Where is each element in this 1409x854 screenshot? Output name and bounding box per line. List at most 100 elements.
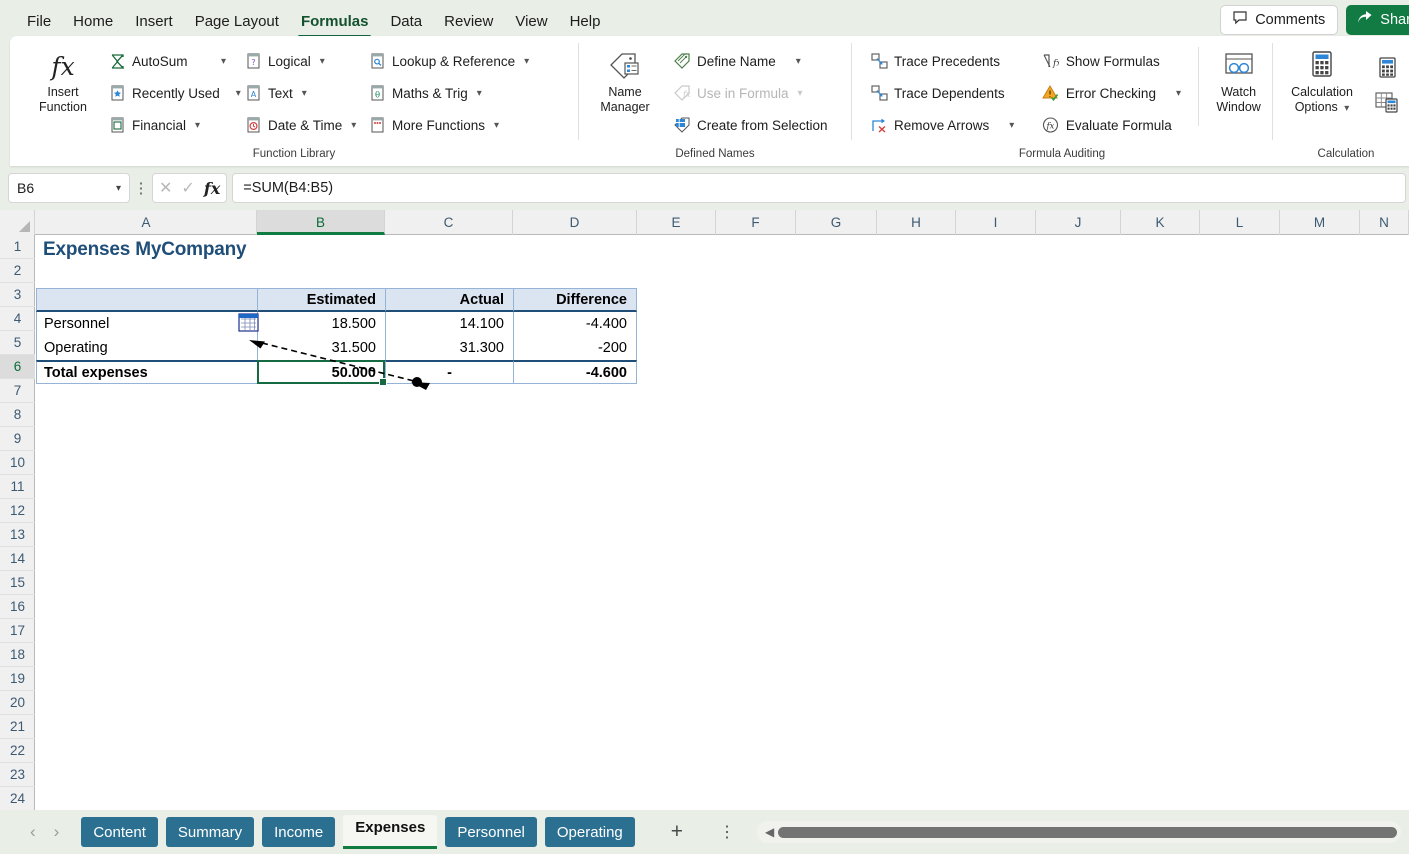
ribbon-tab-file[interactable]: File xyxy=(16,9,62,34)
sheet-tab-income[interactable]: Income xyxy=(262,817,335,847)
date-time-button[interactable]: Date & Time ▾ xyxy=(238,109,356,141)
row-header-23[interactable]: 23 xyxy=(0,763,35,787)
autosum-button[interactable]: AutoSum ▾ xyxy=(102,45,232,77)
row-header-21[interactable]: 21 xyxy=(0,715,35,739)
chevron-down-icon[interactable]: ▾ xyxy=(1009,120,1014,131)
row-header-10[interactable]: 10 xyxy=(0,451,35,475)
column-header-A[interactable]: A xyxy=(36,210,257,235)
cell-D6[interactable]: -4.600 xyxy=(513,360,637,384)
define-name-button[interactable]: Define Name ▾ xyxy=(667,45,834,77)
column-header-B[interactable]: B xyxy=(257,210,385,235)
row-header-19[interactable]: 19 xyxy=(0,667,35,691)
ribbon-tab-insert[interactable]: Insert xyxy=(124,9,184,34)
chevron-down-icon[interactable]: ▾ xyxy=(116,183,121,194)
chevron-down-icon[interactable]: ▾ xyxy=(1176,88,1181,99)
scroll-left-icon[interactable]: ◀ xyxy=(761,825,778,839)
cell-A6[interactable]: Total expenses xyxy=(36,360,257,384)
row-header-3[interactable]: 3 xyxy=(0,283,35,307)
cancel-icon[interactable]: ✕ xyxy=(159,178,172,198)
row-header-24[interactable]: 24 xyxy=(0,787,35,811)
row-header-7[interactable]: 7 xyxy=(0,379,35,403)
column-header-I[interactable]: I xyxy=(956,210,1036,235)
cell-A1[interactable]: Expenses MyCompany xyxy=(36,235,396,265)
calculation-options-button[interactable]: Calculation Options ▾ xyxy=(1279,43,1365,116)
ribbon-tab-view[interactable]: View xyxy=(504,9,558,34)
sheet-more-button[interactable]: ⋮ xyxy=(719,822,735,842)
chevron-down-icon[interactable]: ▾ xyxy=(351,120,356,131)
cell-B3[interactable]: Estimated xyxy=(257,288,385,312)
financial-button[interactable]: Financial ▾ xyxy=(102,109,232,141)
show-formulas-button[interactable]: fx Show Formulas xyxy=(1036,45,1198,77)
ribbon-tab-formulas[interactable]: Formulas xyxy=(290,9,380,34)
row-header-11[interactable]: 11 xyxy=(0,475,35,499)
sheet-tab-summary[interactable]: Summary xyxy=(166,817,254,847)
scrollbar-thumb[interactable] xyxy=(778,827,1397,838)
calculate-now-button[interactable] xyxy=(1369,51,1405,85)
cell-C4[interactable]: 14.100 xyxy=(385,312,513,336)
sheet-tab-content[interactable]: Content xyxy=(81,817,158,847)
row-header-15[interactable]: 15 xyxy=(0,571,35,595)
remove-arrows-button[interactable]: Remove Arrows ▾ xyxy=(864,109,1034,141)
comments-button[interactable]: Comments xyxy=(1220,5,1338,35)
cell-B4[interactable]: 18.500 xyxy=(257,312,385,336)
sheet-tab-expenses[interactable]: Expenses xyxy=(343,815,437,849)
ribbon-tab-data[interactable]: Data xyxy=(379,9,433,34)
add-sheet-button[interactable]: + xyxy=(661,820,693,844)
cell-A3[interactable] xyxy=(36,288,257,312)
row-header-6[interactable]: 6 xyxy=(0,355,35,379)
row-header-12[interactable]: 12 xyxy=(0,499,35,523)
column-header-M[interactable]: M xyxy=(1280,210,1360,235)
cell-D5[interactable]: -200 xyxy=(513,336,637,360)
recently-used-button[interactable]: Recently Used ▾ xyxy=(102,77,232,109)
more-functions-button[interactable]: More Functions ▾ xyxy=(362,109,542,141)
cell-B5[interactable]: 31.500 xyxy=(257,336,385,360)
row-header-5[interactable]: 5 xyxy=(0,331,35,355)
ribbon-tab-page-layout[interactable]: Page Layout xyxy=(184,9,290,34)
column-header-E[interactable]: E xyxy=(637,210,716,235)
logical-button[interactable]: ? Logical ▾ xyxy=(238,45,356,77)
row-header-20[interactable]: 20 xyxy=(0,691,35,715)
row-header-13[interactable]: 13 xyxy=(0,523,35,547)
cell-A4[interactable]: Personnel xyxy=(36,312,257,336)
sheet-prev-icon[interactable]: ‹ xyxy=(30,822,36,842)
formula-bar-options[interactable]: ⋮ xyxy=(130,179,152,197)
confirm-icon[interactable]: ✓ xyxy=(181,178,194,198)
row-header-18[interactable]: 18 xyxy=(0,643,35,667)
cell-D3[interactable]: Difference xyxy=(513,288,637,312)
formula-input[interactable]: =SUM(B4:B5) xyxy=(232,173,1406,203)
chevron-down-icon[interactable]: ▾ xyxy=(477,88,482,99)
column-header-D[interactable]: D xyxy=(513,210,637,235)
horizontal-scrollbar[interactable]: ◀ xyxy=(757,821,1401,843)
chevron-down-icon[interactable]: ▾ xyxy=(302,88,307,99)
evaluate-formula-button[interactable]: fx Evaluate Formula xyxy=(1036,109,1198,141)
row-header-2[interactable]: 2 xyxy=(0,259,35,283)
row-header-17[interactable]: 17 xyxy=(0,619,35,643)
ribbon-tab-home[interactable]: Home xyxy=(62,9,124,34)
cell-C6[interactable]: - xyxy=(385,360,513,384)
row-header-9[interactable]: 9 xyxy=(0,427,35,451)
calculate-sheet-button[interactable] xyxy=(1369,85,1405,119)
row-header-22[interactable]: 22 xyxy=(0,739,35,763)
column-header-N[interactable]: N xyxy=(1360,210,1409,235)
chevron-down-icon[interactable]: ▾ xyxy=(524,56,529,67)
row-header-14[interactable]: 14 xyxy=(0,547,35,571)
cell-D4[interactable]: -4.400 xyxy=(513,312,637,336)
cell-C3[interactable]: Actual xyxy=(385,288,513,312)
column-header-G[interactable]: G xyxy=(796,210,877,235)
row-header-16[interactable]: 16 xyxy=(0,595,35,619)
column-header-L[interactable]: L xyxy=(1200,210,1280,235)
column-header-J[interactable]: J xyxy=(1036,210,1121,235)
cell-A5[interactable]: Operating xyxy=(36,336,257,360)
watch-window-button[interactable]: Watch Window xyxy=(1205,43,1272,115)
share-button[interactable]: Share xyxy=(1346,5,1409,35)
column-header-H[interactable]: H xyxy=(877,210,956,235)
chevron-down-icon[interactable]: ▾ xyxy=(796,56,801,67)
insert-function-icon[interactable]: fx xyxy=(204,179,220,198)
column-header-C[interactable]: C xyxy=(385,210,513,235)
chevron-down-icon[interactable]: ▾ xyxy=(1344,103,1349,114)
trace-dependents-button[interactable]: Trace Dependents xyxy=(864,77,1034,109)
text-button[interactable]: A Text ▾ xyxy=(238,77,356,109)
name-manager-button[interactable]: Name Manager xyxy=(589,43,661,115)
sheet-tab-personnel[interactable]: Personnel xyxy=(445,817,537,847)
sheet-tab-operating[interactable]: Operating xyxy=(545,817,635,847)
